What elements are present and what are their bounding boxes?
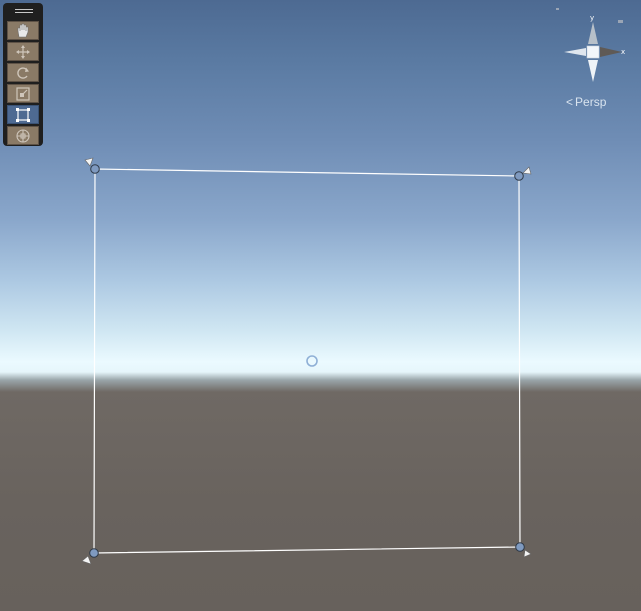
resize-arrow-icon <box>522 166 532 175</box>
resize-arrow-icon <box>81 555 92 565</box>
resize-arrow-icon <box>523 549 532 558</box>
resize-arrow-icon <box>84 157 94 167</box>
pivot-icon[interactable] <box>306 355 318 367</box>
corner-handle-bottom-left[interactable] <box>81 548 99 565</box>
corner-handle-top-left[interactable] <box>84 157 100 174</box>
corner-handle-bottom-right[interactable] <box>515 542 532 558</box>
corner-handle-top-right[interactable] <box>514 166 532 181</box>
rect-selection-overlay <box>81 157 532 565</box>
scene-viewport[interactable]: y x < Persp <box>0 0 641 611</box>
